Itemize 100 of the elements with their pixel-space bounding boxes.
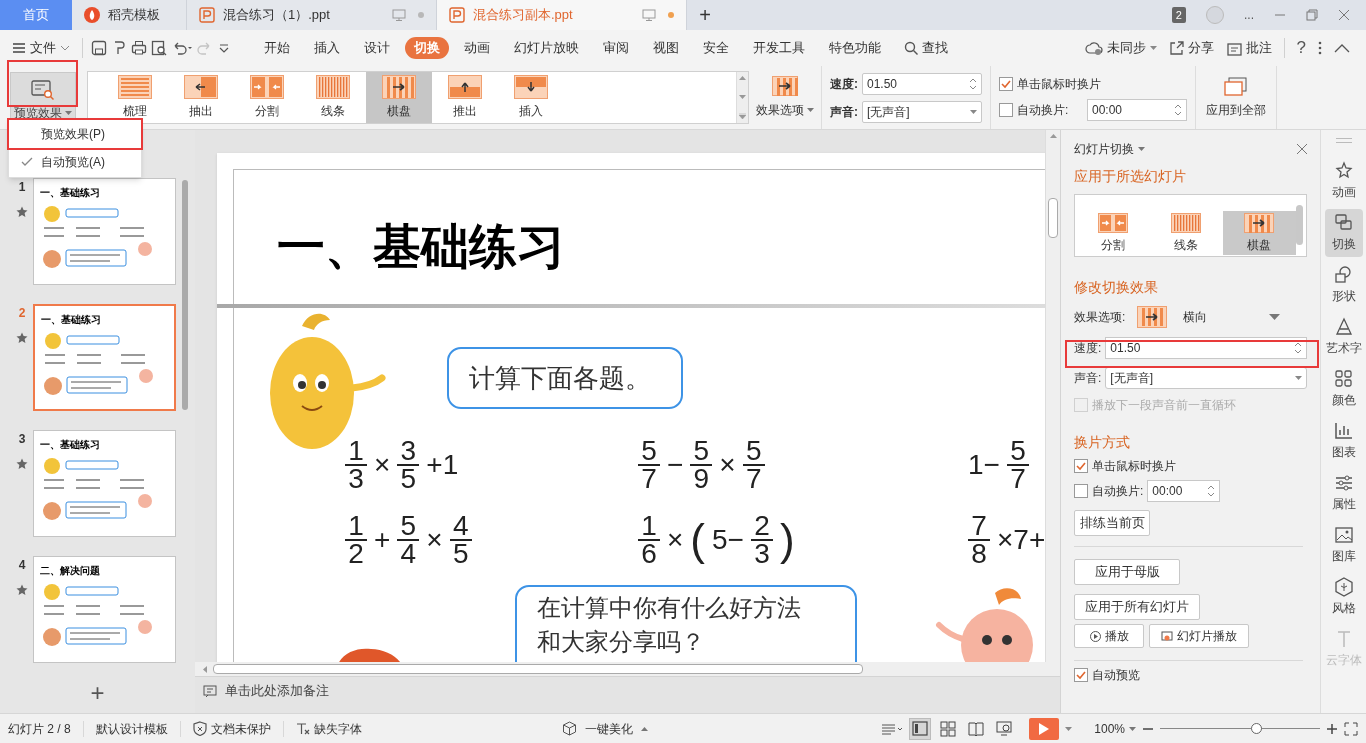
align-menu-icon[interactable]: [881, 722, 904, 735]
sidebar-button[interactable]: 风格: [1324, 573, 1363, 621]
transition-effect[interactable]: 插入: [498, 72, 564, 123]
template-name[interactable]: 默认设计模板: [95, 719, 168, 738]
transition-effect[interactable]: 线条: [300, 72, 366, 123]
caret-icon[interactable]: [1065, 726, 1073, 731]
transition-effect[interactable]: 推出: [432, 72, 498, 123]
print-preview-icon[interactable]: [151, 40, 167, 56]
slide-thumbnail[interactable]: 一、基础练习: [33, 178, 176, 285]
save-icon[interactable]: [91, 40, 107, 56]
sidebar-button[interactable]: 切换: [1324, 209, 1363, 257]
transition-effect[interactable]: 抽出: [168, 72, 234, 123]
sidebar-button[interactable]: 图库: [1324, 521, 1363, 569]
auto-advance-time-field[interactable]: 00:00: [1147, 480, 1221, 502]
checkbox[interactable]: [1074, 484, 1088, 498]
transition-effect[interactable]: 分割: [234, 72, 300, 123]
play-button[interactable]: 播放: [1074, 624, 1144, 648]
comment-button[interactable]: 批注: [1225, 38, 1272, 58]
ribbon-tab[interactable]: 设计: [355, 37, 399, 59]
sidebar-button[interactable]: 图表: [1324, 417, 1363, 465]
scroll-down-icon[interactable]: [739, 94, 746, 99]
ribbon-tab[interactable]: 开始: [255, 37, 299, 59]
close-icon[interactable]: [1338, 9, 1350, 21]
expand-gallery-icon[interactable]: [739, 113, 746, 119]
rehearse-button[interactable]: 排练当前页: [1074, 510, 1150, 536]
zoom-level[interactable]: 100%: [1094, 719, 1136, 738]
speed-field[interactable]: 01.50: [1105, 337, 1307, 359]
document-tab[interactable]: 稻壳模板: [72, 0, 187, 30]
transition-effect[interactable]: 分割: [1076, 211, 1150, 255]
window-count-badge[interactable]: 2: [1171, 6, 1186, 24]
sync-button[interactable]: 未同步: [1084, 38, 1157, 58]
checkbox[interactable]: [999, 102, 1013, 117]
panel-title[interactable]: 幻灯片切换: [1074, 140, 1145, 158]
ribbon-tab[interactable]: 特色功能: [820, 37, 890, 59]
help-button[interactable]: ?: [1296, 35, 1306, 61]
slide-thumbnail[interactable]: 二、解决问题: [33, 556, 176, 663]
scroll-up-icon[interactable]: [1049, 134, 1057, 138]
search-button[interactable]: 查找: [896, 38, 956, 58]
sidebar-button[interactable]: 颜色: [1324, 365, 1363, 413]
checkbox[interactable]: [1074, 459, 1088, 473]
menu-item[interactable]: 自动预览(A): [9, 148, 141, 176]
document-tab[interactable]: 混合练习（1）.ppt: [187, 0, 437, 30]
ribbon-tab[interactable]: 幻灯片放映: [505, 37, 588, 59]
sidebar-button[interactable]: 形状: [1324, 261, 1363, 309]
sidebar-button[interactable]: 艺术字: [1324, 313, 1363, 361]
scrollbar-thumb[interactable]: [213, 664, 863, 674]
transition-effect[interactable]: 棋盘: [366, 72, 432, 123]
checkbox[interactable]: [1074, 668, 1088, 682]
transition-effect[interactable]: 线条: [1149, 211, 1223, 255]
print-icon[interactable]: [131, 40, 147, 56]
more-vertical-icon[interactable]: [1318, 41, 1322, 55]
close-icon[interactable]: [1297, 144, 1307, 154]
missing-fonts-button[interactable]: 缺失字体: [295, 719, 362, 738]
slide-thumbnail[interactable]: 一、基础练习: [33, 430, 176, 537]
transition-effect[interactable]: 棋盘: [1222, 211, 1297, 255]
ribbon-tab[interactable]: 插入: [305, 37, 349, 59]
scroll-up-icon[interactable]: [739, 76, 746, 80]
apply-to-all-slides-button[interactable]: 应用于所有幻灯片: [1074, 594, 1200, 620]
share-button[interactable]: 分享: [1168, 38, 1214, 58]
beautify-button[interactable]: 一键美化: [561, 719, 648, 738]
sidebar-button[interactable]: 动画: [1324, 157, 1363, 205]
scrollbar-thumb[interactable]: [182, 180, 188, 410]
star-icon: [1333, 161, 1354, 181]
more-button[interactable]: ...: [1244, 6, 1254, 24]
scrollbar-thumb[interactable]: [1296, 205, 1303, 245]
up-arrow-panel-icon: [448, 75, 482, 99]
ribbon-tab[interactable]: 审阅: [594, 37, 638, 59]
slide-thumbnail[interactable]: 一、基础练习: [33, 304, 176, 411]
apply-to-master-button[interactable]: 应用于母版: [1074, 559, 1180, 585]
effect-direction-dropdown[interactable]: 横向: [1137, 306, 1281, 328]
scrollbar-thumb[interactable]: [1048, 198, 1058, 238]
speed-label: 速度:: [1074, 340, 1102, 357]
speed-field[interactable]: 01.50: [862, 72, 982, 95]
fit-window-icon[interactable]: [1344, 721, 1358, 736]
add-slide-button[interactable]: +: [90, 681, 105, 705]
scroll-left-icon[interactable]: [203, 665, 207, 673]
ribbon-tab[interactable]: 安全: [694, 37, 738, 59]
ribbon-tab[interactable]: 视图: [644, 37, 688, 59]
file-menu[interactable]: 文件: [8, 38, 74, 58]
restore-icon[interactable]: [1306, 9, 1318, 21]
sidebar-button[interactable]: 属性: [1324, 469, 1363, 517]
checkbox[interactable]: [999, 76, 1013, 91]
protection-status[interactable]: 文档未保护: [192, 719, 271, 738]
zoom-slider[interactable]: [1160, 722, 1320, 735]
notes-placeholder[interactable]: 单击此处添加备注: [225, 681, 329, 701]
slideshow-button[interactable]: 幻灯片播放: [1149, 624, 1249, 648]
auto-advance-time-field[interactable]: 00:00: [1087, 98, 1187, 121]
ribbon-tab[interactable]: 开发工具: [744, 37, 814, 59]
slider-thumb[interactable]: [1251, 723, 1262, 734]
zoom-in-icon[interactable]: [1326, 722, 1338, 735]
sound-dropdown[interactable]: [无声音]: [862, 100, 982, 123]
section-heading: 应用于所选幻灯片: [1074, 167, 1187, 186]
new-tab-button[interactable]: +: [687, 0, 723, 30]
slideshow-play-button[interactable]: [1029, 717, 1060, 740]
collapse-icon[interactable]: [1334, 43, 1350, 53]
sound-dropdown[interactable]: [无声音]: [1105, 367, 1307, 389]
view-button[interactable]: [909, 717, 932, 740]
apply-to-all-button[interactable]: 应用到全部: [1206, 76, 1266, 119]
ribbon-tab[interactable]: 动画: [455, 37, 499, 59]
effect-options-button[interactable]: 效果选项: [749, 66, 821, 129]
